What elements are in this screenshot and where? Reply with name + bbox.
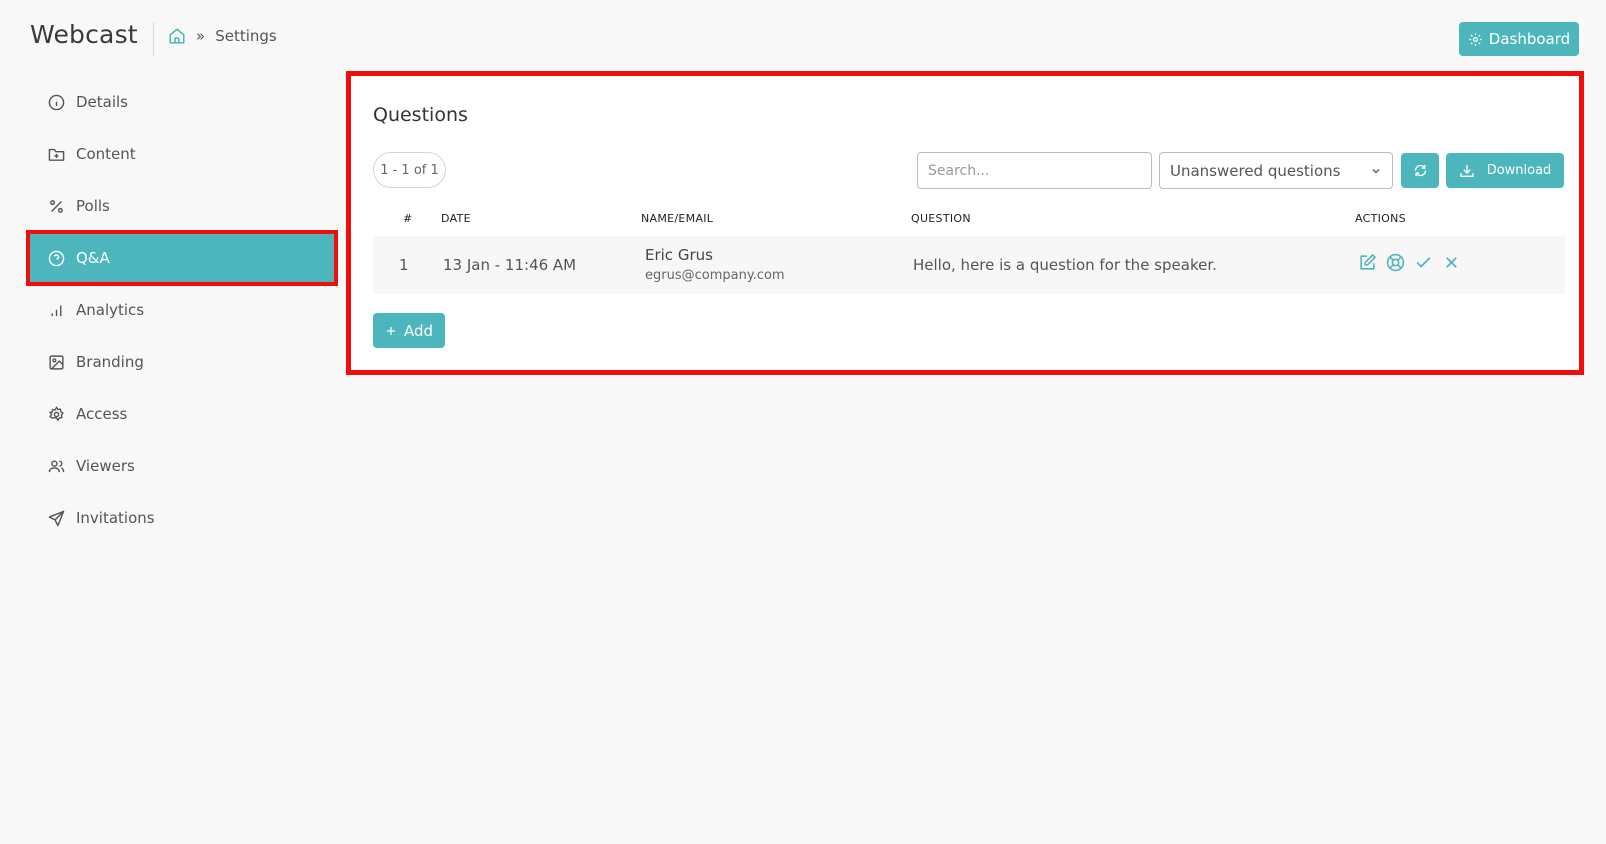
percent-icon [47,197,65,215]
row-number: 1 [399,256,409,274]
add-label: Add [403,321,434,340]
table-header: # DATE NAME/EMAIL QUESTION ACTIONS [373,202,1565,234]
sidebar-item-label: Access [76,405,128,423]
sidebar: Details Content Polls Q&A Analytics Bran… [26,76,338,544]
sidebar-item-label: Polls [76,197,110,215]
search-input[interactable] [917,152,1152,189]
result-count: 1 - 1 of 1 [373,152,446,188]
table-row[interactable]: 1 13 Jan - 11:46 AM Eric Grus egrus@comp… [373,236,1565,294]
gear-icon [1468,32,1483,47]
sidebar-item-analytics[interactable]: Analytics [26,284,338,336]
sidebar-item-viewers[interactable]: Viewers [26,440,338,492]
close-icon[interactable] [1442,253,1461,272]
plus-icon [385,325,397,337]
refresh-icon [1413,163,1428,178]
sidebar-item-label: Branding [76,353,144,371]
sidebar-item-content[interactable]: Content [26,128,338,180]
image-icon [47,353,65,371]
users-icon [47,457,65,475]
panel-title: Questions [373,104,468,126]
sidebar-item-polls[interactable]: Polls [26,180,338,232]
chevron-down-icon [1370,165,1382,177]
info-icon [47,93,65,111]
question-filter-select[interactable]: Unanswered questions [1159,152,1393,189]
sidebar-item-qa-inner[interactable]: Q&A [30,234,334,282]
dashboard-label: Dashboard [1488,30,1571,48]
sidebar-item-details[interactable]: Details [26,76,338,128]
sidebar-item-access[interactable]: Access [26,388,338,440]
sidebar-item-label: Q&A [76,249,110,267]
add-button[interactable]: Add [373,313,445,348]
dashboard-button[interactable]: Dashboard [1459,22,1579,56]
sidebar-item-invitations[interactable]: Invitations [26,492,338,544]
download-icon [1459,163,1475,179]
bar-chart-icon [47,301,65,319]
sidebar-item-label: Invitations [76,509,155,527]
question-circle-icon [47,249,65,267]
sidebar-item-label: Content [76,145,136,163]
breadcrumb: » Settings [168,27,277,45]
download-button[interactable]: Download [1446,153,1564,188]
sidebar-item-qa[interactable]: Q&A [26,230,338,286]
row-date: 13 Jan - 11:46 AM [443,256,577,274]
send-icon [47,509,65,527]
sidebar-item-label: Viewers [76,457,135,475]
questions-panel: Questions 1 - 1 of 1 Unanswered question… [346,71,1584,375]
row-name: Eric Grus [645,246,713,264]
sidebar-item-branding[interactable]: Branding [26,336,338,388]
row-email: egrus@company.com [645,268,785,283]
breadcrumb-current: Settings [215,27,277,45]
refresh-button[interactable] [1401,153,1439,188]
download-label: Download [1486,163,1552,178]
lifebuoy-icon[interactable] [1386,253,1405,272]
sidebar-item-label: Analytics [76,301,145,319]
edit-icon[interactable] [1358,253,1377,272]
column-header-name: NAME/EMAIL [641,212,714,225]
column-header-num: # [403,212,413,225]
column-header-actions: ACTIONS [1355,212,1406,225]
breadcrumb-separator: » [196,27,206,45]
app-title: Webcast [30,20,138,49]
header: Webcast » Settings Dashboard [0,0,1606,78]
gear-icon [47,405,65,423]
column-header-date: DATE [441,212,471,225]
home-icon[interactable] [168,27,186,45]
header-divider [153,22,154,56]
folder-plus-icon [47,145,65,163]
row-actions [1358,253,1461,272]
check-icon[interactable] [1414,253,1433,272]
row-question: Hello, here is a question for the speake… [913,256,1217,274]
filter-selected-value: Unanswered questions [1170,161,1341,180]
sidebar-item-label: Details [76,93,129,111]
column-header-question: QUESTION [911,212,971,225]
